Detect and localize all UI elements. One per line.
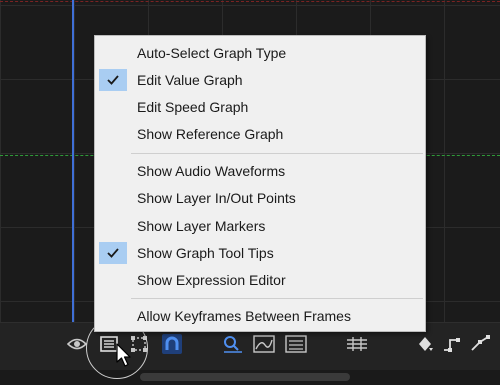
check-cell <box>99 96 127 118</box>
menu-item-show-graph-tool-tips[interactable]: Show Graph Tool Tips <box>95 240 425 266</box>
menu-item-label: Show Expression Editor <box>137 272 286 288</box>
menu-item-edit-speed-graph[interactable]: Edit Speed Graph <box>95 94 425 120</box>
fit-all-graphs-icon[interactable] <box>253 333 275 355</box>
scrollbar-thumb[interactable] <box>140 373 350 381</box>
check-cell <box>99 242 127 264</box>
menu-item-label: Allow Keyframes Between Frames <box>137 308 351 324</box>
check-cell <box>99 305 127 327</box>
menu-item-label: Auto-Select Graph Type <box>137 45 287 61</box>
check-cell <box>99 69 127 91</box>
menu-item-label: Show Layer Markers <box>137 218 266 234</box>
check-cell <box>99 215 127 237</box>
fit-all-icon[interactable] <box>285 333 307 355</box>
checkmark-icon <box>107 75 119 85</box>
menu-item-label: Show Audio Waveforms <box>137 163 286 179</box>
menu-item-label: Show Reference Graph <box>137 126 284 142</box>
fit-selection-icon[interactable] <box>222 333 244 355</box>
checkmark-icon <box>107 248 119 258</box>
menu-item-show-reference-graph[interactable]: Show Reference Graph <box>95 121 425 147</box>
menu-separator <box>131 153 423 154</box>
menu-item-label: Show Graph Tool Tips <box>137 245 274 261</box>
work-area-line <box>0 1 500 2</box>
easy-ease-icon[interactable] <box>470 333 492 355</box>
menu-item-edit-value-graph[interactable]: Edit Value Graph <box>95 67 425 93</box>
separate-dimensions-icon[interactable] <box>346 333 368 355</box>
check-cell <box>99 123 127 145</box>
menu-item-show-layer-markers[interactable]: Show Layer Markers <box>95 213 425 239</box>
check-cell <box>99 42 127 64</box>
graph-options-menu: Auto-Select Graph Type Edit Value Graph … <box>94 35 426 332</box>
menu-item-auto-select-graph-type[interactable]: Auto-Select Graph Type <box>95 40 425 66</box>
snap-magnet-icon[interactable] <box>161 333 183 355</box>
current-time-indicator[interactable] <box>72 0 74 322</box>
eye-icon[interactable] <box>66 333 88 355</box>
check-cell <box>99 269 127 291</box>
keyframe-diamond-icon[interactable] <box>414 333 436 355</box>
menu-item-label: Show Layer In/Out Points <box>137 190 296 206</box>
menu-item-show-audio-waveforms[interactable]: Show Audio Waveforms <box>95 158 425 184</box>
check-cell <box>99 187 127 209</box>
menu-separator <box>131 298 423 299</box>
menu-item-show-layer-in-out-points[interactable]: Show Layer In/Out Points <box>95 185 425 211</box>
convert-hold-icon[interactable] <box>442 333 464 355</box>
menu-item-show-expression-editor[interactable]: Show Expression Editor <box>95 267 425 293</box>
check-cell <box>99 160 127 182</box>
menu-item-label: Edit Value Graph <box>137 72 243 88</box>
menu-item-label: Edit Speed Graph <box>137 99 249 115</box>
menu-item-allow-keyframes-between-frames[interactable]: Allow Keyframes Between Frames <box>95 303 425 329</box>
mouse-cursor-icon <box>116 343 131 367</box>
